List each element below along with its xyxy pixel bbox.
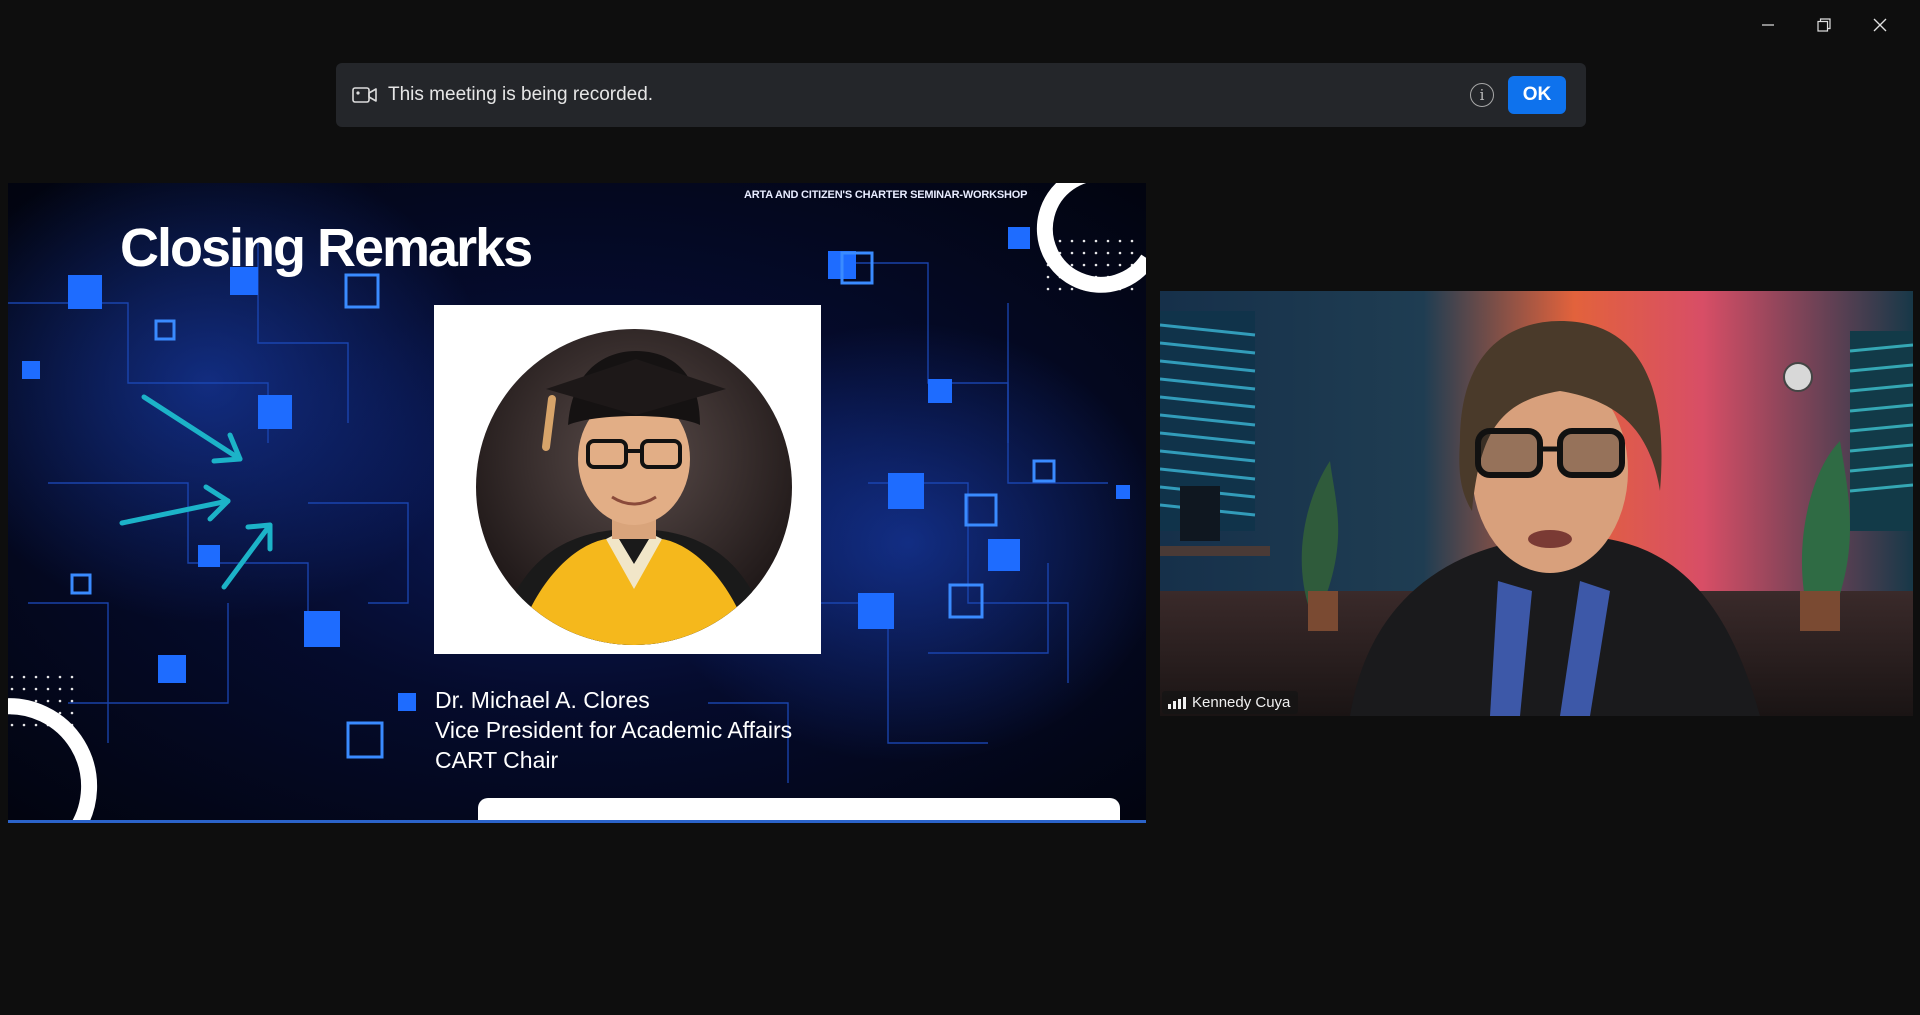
minimize-button[interactable] xyxy=(1740,8,1796,42)
participant-video[interactable]: Kennedy Cuya xyxy=(1160,291,1913,716)
speaker-role-secondary: CART Chair xyxy=(435,747,559,773)
slide-header: ARTA AND CITIZEN'S CHARTER SEMINAR-WORKS… xyxy=(744,189,1028,201)
slide-title: Closing Remarks xyxy=(120,218,533,278)
speaker-name: Dr. Michael A. Clores xyxy=(435,687,650,713)
participant-name-tag: Kennedy Cuya xyxy=(1162,691,1299,714)
minimize-icon xyxy=(1762,24,1774,26)
close-icon xyxy=(1873,18,1887,32)
speaker-role: Vice President for Academic Affairs xyxy=(435,717,793,743)
restore-icon xyxy=(1817,18,1831,32)
connection-signal-icon xyxy=(1168,696,1186,709)
restore-button[interactable] xyxy=(1796,8,1852,42)
participant-video-feed xyxy=(1160,291,1913,716)
close-button[interactable] xyxy=(1852,8,1908,42)
shared-screen: ARTA AND CITIZEN'S CHARTER SEMINAR-WORKS… xyxy=(8,183,1146,823)
speaker-portrait xyxy=(476,329,792,645)
meeting-window: This meeting is being recorded. i OK ART… xyxy=(0,0,1920,1015)
recording-message: This meeting is being recorded. xyxy=(388,84,654,105)
window-controls xyxy=(1740,8,1908,42)
video-camera-icon xyxy=(352,85,378,105)
recording-banner: This meeting is being recorded. i OK xyxy=(336,63,1586,127)
participant-name: Kennedy Cuya xyxy=(1192,694,1291,711)
ok-button[interactable]: OK xyxy=(1508,76,1566,114)
speaker-photo-frame xyxy=(434,305,821,654)
info-icon[interactable]: i xyxy=(1470,83,1494,107)
speaker-info: Dr. Michael A. Clores Vice President for… xyxy=(435,685,792,775)
share-border xyxy=(8,820,1146,823)
